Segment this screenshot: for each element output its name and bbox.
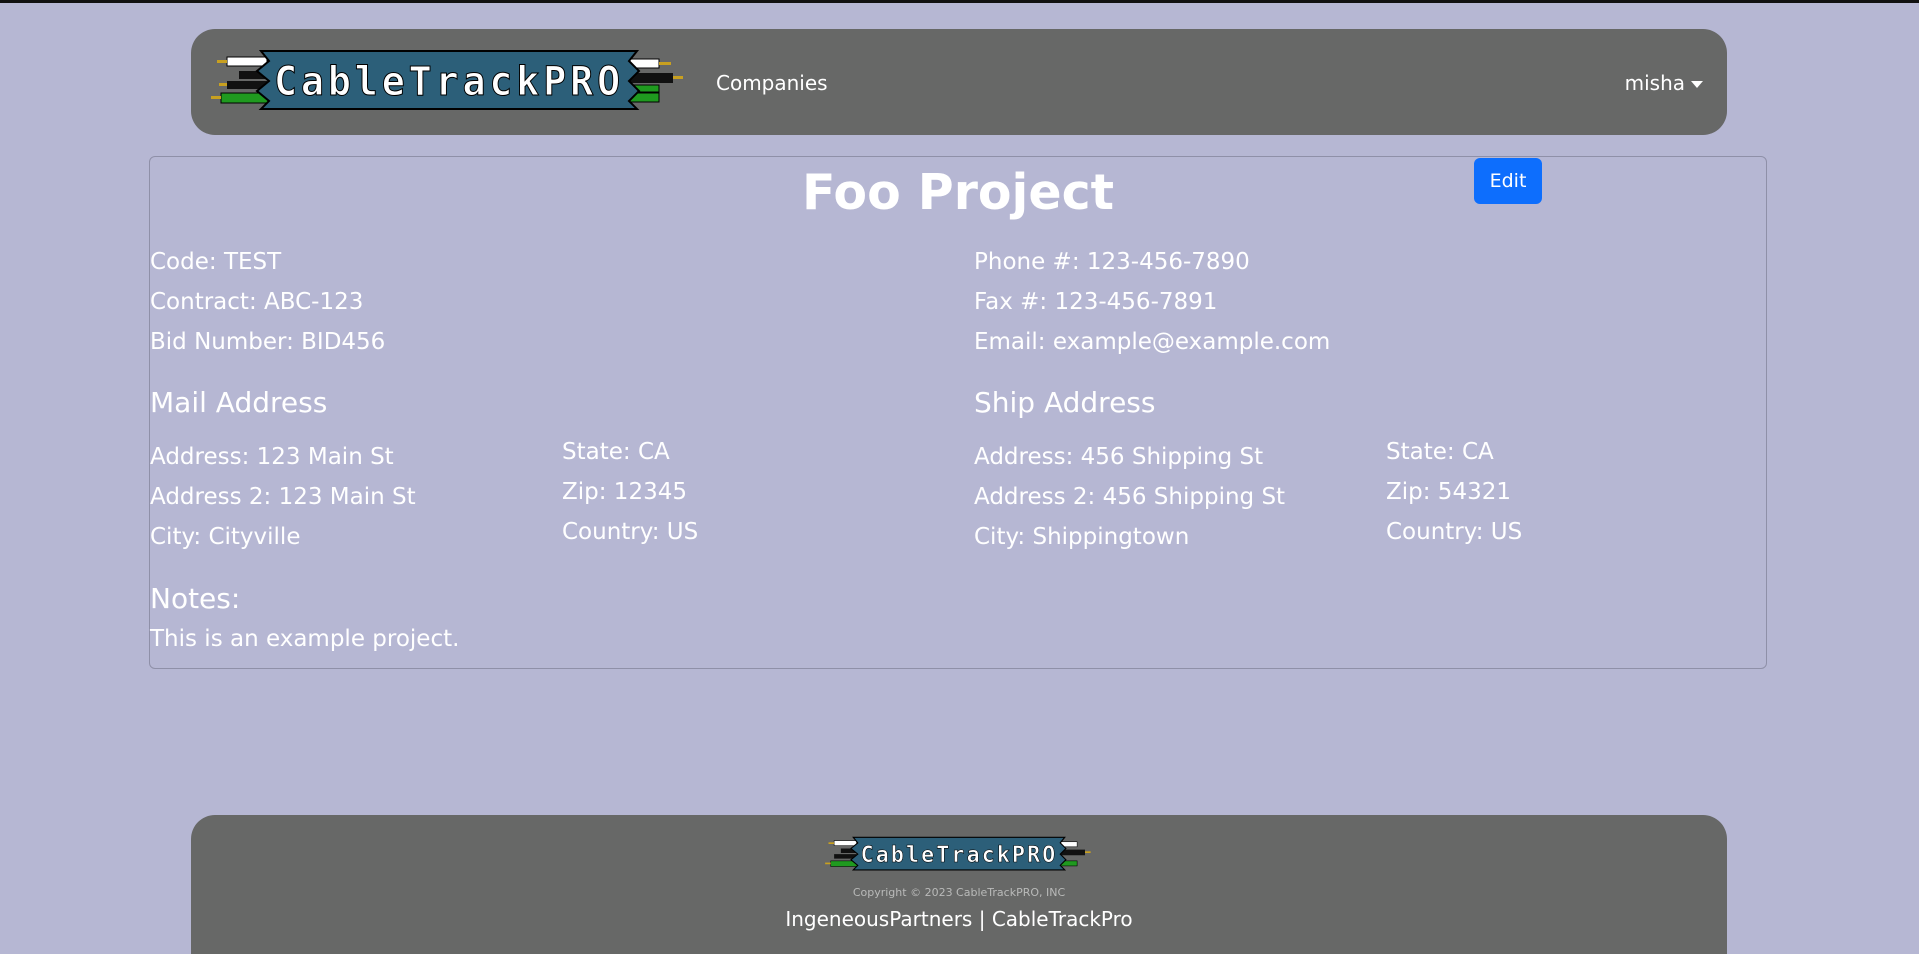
- ship-address-city: City: Shippingtown: [974, 524, 1190, 550]
- ship-address-state: State: CA: [1386, 439, 1494, 465]
- footer-logo: CableTrackPRO: [825, 836, 1091, 871]
- mail-address-line1: Address: 123 Main St: [150, 444, 394, 470]
- footer-links: IngeneousPartners | CableTrackPro: [191, 907, 1727, 931]
- ship-address-heading: Ship Address: [974, 386, 1156, 419]
- notes-heading: Notes:: [150, 582, 241, 615]
- mail-address-heading: Mail Address: [150, 386, 328, 419]
- project-code: Code: TEST: [150, 249, 282, 275]
- ship-address-line2: Address 2: 456 Shipping St: [974, 484, 1286, 510]
- project-card: Foo Project Edit Code: TEST Contract: AB…: [149, 156, 1767, 669]
- footer-separator: |: [978, 907, 986, 931]
- footer-link-ingeneous[interactable]: IngeneousPartners: [785, 907, 972, 931]
- mail-address-country: Country: US: [562, 519, 699, 545]
- user-menu-dropdown[interactable]: misha: [1625, 71, 1703, 95]
- cabletrackpro-logo[interactable]: CableTrackPRO: [209, 47, 689, 111]
- ship-address-line1: Address: 456 Shipping St: [974, 444, 1264, 470]
- user-name: misha: [1624, 71, 1685, 95]
- project-email: Email: example@example.com: [974, 329, 1331, 355]
- chevron-down-icon: [1691, 80, 1703, 88]
- mail-address-city: City: Cityville: [150, 524, 301, 550]
- ship-address-zip: Zip: 54321: [1386, 479, 1511, 505]
- top-border: [0, 0, 1919, 3]
- mail-address-zip: Zip: 12345: [562, 479, 687, 505]
- footer-logo-text: CableTrackPRO: [861, 842, 1058, 868]
- project-phone: Phone #: 123-456-7890: [974, 249, 1250, 275]
- footer: CableTrackPRO Copyright © 2023 CableTrac…: [191, 815, 1727, 954]
- ship-address-country: Country: US: [1386, 519, 1523, 545]
- nav-link-companies[interactable]: Companies: [716, 71, 828, 95]
- navbar: CableTrackPRO Companies misha: [191, 29, 1727, 135]
- edit-button[interactable]: Edit: [1474, 158, 1542, 204]
- project-bid-number: Bid Number: BID456: [150, 329, 386, 355]
- footer-link-cabletrackpro[interactable]: CableTrackPro: [992, 907, 1133, 931]
- mail-address-line2: Address 2: 123 Main St: [150, 484, 416, 510]
- project-contract: Contract: ABC-123: [150, 289, 364, 315]
- notes-text: This is an example project.: [150, 626, 460, 652]
- copyright-text: Copyright © 2023 CableTrackPRO, INC: [852, 886, 1066, 899]
- project-fax: Fax #: 123-456-7891: [974, 289, 1218, 315]
- mail-address-state: State: CA: [562, 439, 670, 465]
- logo-text: CableTrackPRO: [274, 59, 624, 105]
